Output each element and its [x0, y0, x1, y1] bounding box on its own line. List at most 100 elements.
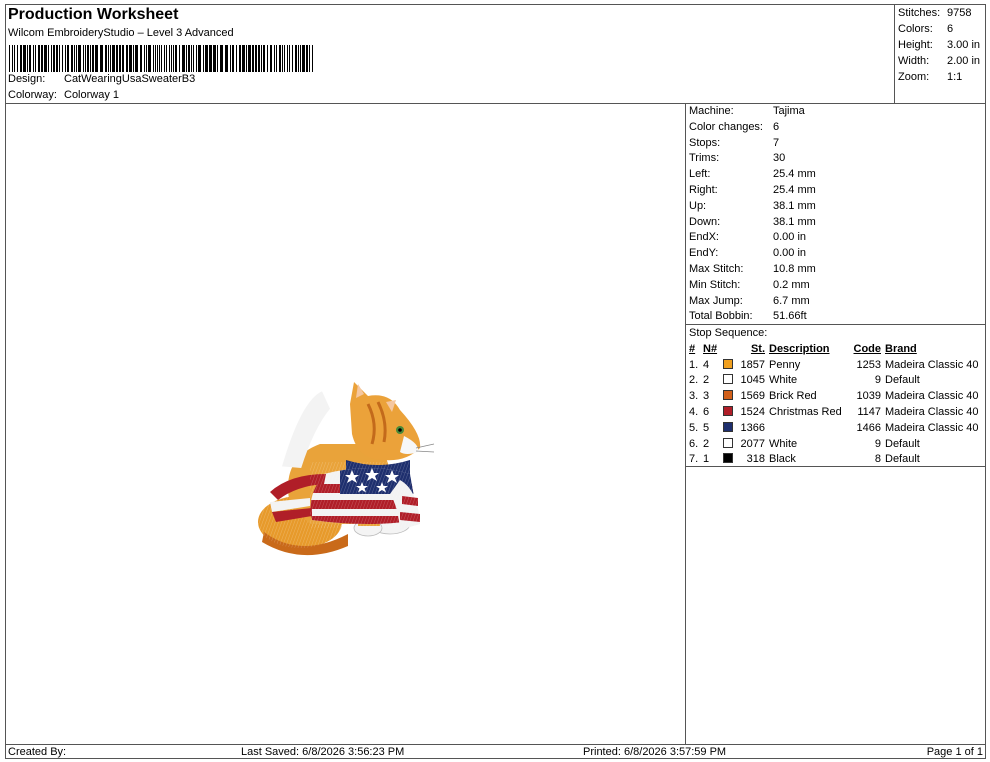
property-label: Up:	[689, 199, 707, 212]
stop-index: 1.	[689, 358, 699, 371]
stop-brand: Madeira Classic 40	[885, 421, 979, 434]
stop-row: 4. 6 1524 Christmas Red 1147 Madeira Classic …	[688, 404, 979, 420]
stop-swatch-cell	[723, 357, 737, 373]
stop-index: 7.	[689, 453, 699, 466]
stop-row: 7. 1 318 Black 8 Default	[688, 452, 979, 468]
property-row: EndY: 0.00 in	[686, 246, 986, 262]
stop-code: 1466	[856, 421, 881, 434]
page-number: Page 1 of 1	[926, 746, 983, 758]
property-label: Trims:	[689, 152, 720, 165]
stop-code: 9	[874, 374, 881, 387]
property-label: Left:	[689, 168, 711, 181]
software-subtitle: Wilcom EmbroideryStudio – Level 3 Advanc…	[8, 27, 234, 39]
property-row: Color changes: 6	[686, 120, 986, 136]
property-row: Down: 38.1 mm	[686, 215, 986, 231]
colorway-value: Colorway 1	[64, 89, 120, 101]
property-label: Right:	[689, 183, 718, 196]
stop-description: Black	[769, 453, 796, 466]
col-header-code: Code	[853, 342, 882, 355]
property-value: 10.8 mm	[773, 262, 816, 275]
stop-row: 3. 3 1569 Brick Red 1039 Madeira Classic 40	[688, 388, 979, 404]
property-value: 0.2 mm	[773, 278, 810, 291]
stop-code: 1039	[856, 390, 881, 403]
color-swatch	[723, 453, 733, 464]
stop-row: 1. 4 1857 Penny 1253 Madeira Classic 40	[688, 357, 979, 373]
stop-index: 5.	[689, 421, 699, 434]
color-swatch	[723, 390, 733, 401]
design-label: Design:	[8, 73, 46, 85]
color-swatch	[723, 437, 733, 448]
stop-stitches: 1857	[740, 358, 765, 371]
col-header-brand: Brand	[885, 342, 917, 355]
stop-stitches: 1524	[740, 406, 765, 419]
stop-index: 3.	[689, 390, 699, 403]
color-swatch	[723, 358, 733, 369]
stop-needle: 4	[703, 358, 710, 371]
created-by: Created By:	[8, 746, 67, 758]
property-row: Trims: 30	[686, 151, 986, 167]
stop-brand: Madeira Classic 40	[885, 390, 979, 403]
stop-sequence-table: # N# St. Description Code Brand 1. 4 1857 P…	[688, 341, 979, 467]
stop-description: Penny	[769, 358, 801, 371]
col-header-needle: N#	[703, 342, 718, 355]
col-header-swatch	[723, 341, 737, 357]
stop-needle: 2	[703, 437, 710, 450]
property-label: Max Stitch:	[689, 262, 744, 275]
color-swatch	[723, 421, 733, 432]
printed-date: Printed: 6/8/2026 3:57:59 PM	[583, 746, 727, 758]
property-label: EndY:	[689, 247, 719, 260]
design-value: CatWearingUsaSweaterB3	[64, 73, 196, 85]
stop-stitches: 1569	[740, 390, 765, 403]
colorway-label: Colorway:	[8, 89, 57, 101]
property-row: Stops: 7	[686, 136, 986, 152]
last-saved: Last Saved: 6/8/2026 3:56:23 PM	[241, 746, 405, 758]
property-row: Right: 25.4 mm	[686, 183, 986, 199]
property-row: Max Stitch: 10.8 mm	[686, 262, 986, 278]
design-row: Design: CatWearingUsaSweaterB3	[8, 73, 195, 85]
stop-sequence-caption: Stop Sequence:	[689, 327, 768, 339]
stop-index: 2.	[689, 374, 699, 387]
stop-row: 2. 2 1045 White 9 Default	[688, 373, 979, 389]
stop-stitches: 318	[746, 453, 765, 466]
stop-needle: 2	[703, 374, 710, 387]
property-row: Up: 38.1 mm	[686, 199, 986, 215]
stop-brand: Madeira Classic 40	[885, 358, 979, 371]
property-label: EndX:	[689, 231, 719, 244]
stop-swatch-cell	[723, 404, 737, 420]
property-row: Left: 25.4 mm	[686, 167, 986, 183]
page-title: Production Worksheet	[8, 6, 179, 23]
stop-needle: 5	[703, 421, 710, 434]
property-value: 38.1 mm	[773, 199, 816, 212]
worksheet-header: Production Worksheet Wilcom EmbroiderySt…	[5, 4, 895, 104]
property-label: Machine:	[689, 105, 734, 117]
property-value: 30	[773, 152, 786, 165]
stop-description: Christmas Red	[769, 406, 842, 419]
col-header-stitches: St.	[750, 342, 765, 355]
stop-description: White	[769, 374, 798, 387]
stop-row: 5. 5 1366 1466 Madeira Classic 40	[688, 420, 979, 436]
stop-swatch-cell	[723, 373, 737, 389]
stop-code: 9	[874, 437, 881, 450]
stop-sequence-panel: Stop Sequence: # N# St. Description Code…	[686, 324, 986, 467]
summary-zoom: Zoom: 1:1	[898, 71, 963, 83]
summary-width: Width: 2.00 in	[898, 55, 981, 67]
col-header-index: #	[689, 342, 696, 355]
stop-description	[765, 420, 847, 436]
property-value: 6.7 mm	[773, 294, 810, 307]
stop-needle: 1	[703, 453, 710, 466]
stop-row: 6. 2 2077 White 9 Default	[688, 436, 979, 452]
stop-sequence-header-row: # N# St. Description Code Brand	[688, 341, 979, 357]
stop-stitches: 2077	[740, 437, 765, 450]
property-label: Max Jump:	[689, 294, 743, 307]
stop-needle: 3	[703, 390, 710, 403]
stop-swatch-cell	[723, 452, 737, 468]
property-value: 0.00 in	[773, 231, 807, 244]
property-value: 38.1 mm	[773, 215, 816, 228]
property-value: 25.4 mm	[773, 168, 816, 181]
property-value: 25.4 mm	[773, 183, 816, 196]
stop-brand: Default	[885, 374, 920, 387]
property-label: Color changes:	[689, 120, 763, 133]
property-value: 6	[773, 120, 780, 133]
stop-code: 8	[874, 453, 881, 466]
summary-panel: Stitches: 9758 Colors: 6 Height: 3.00 in Wi…	[895, 4, 986, 104]
